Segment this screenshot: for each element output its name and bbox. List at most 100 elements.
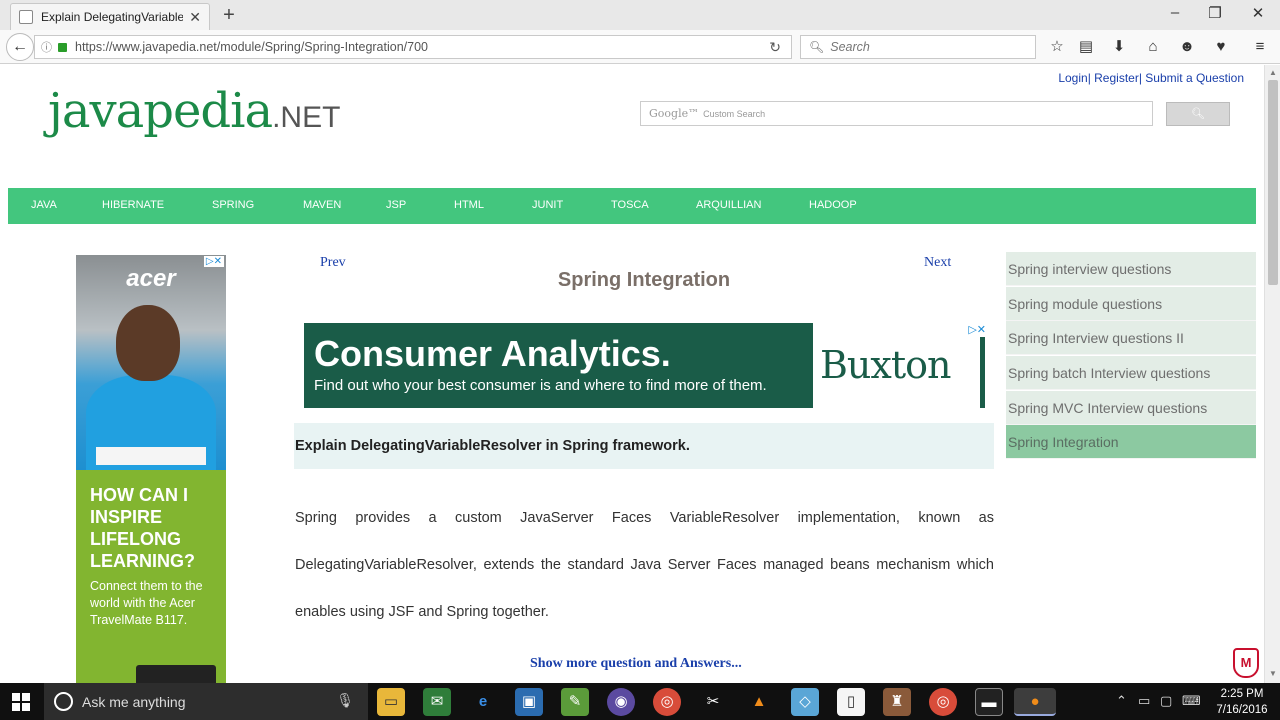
question-text: Explain DelegatingVariableResolver in Sp… bbox=[295, 438, 690, 454]
sidebar-item-spring-integration[interactable]: Spring Integration bbox=[1006, 425, 1256, 460]
window-close-icon[interactable]: ✕ bbox=[1243, 4, 1273, 22]
scroll-up-icon[interactable]: ▲ bbox=[1265, 68, 1280, 77]
mcafee-icon[interactable]: M bbox=[1233, 648, 1259, 678]
address-url: https://www.javapedia.net/module/Spring/… bbox=[75, 40, 428, 54]
buxton-ad-banner[interactable]: Consumer Analytics. Find out who your be… bbox=[304, 323, 986, 408]
file-explorer-icon[interactable]: ▭ bbox=[377, 688, 405, 716]
start-tile bbox=[12, 703, 20, 711]
keyboard-icon[interactable]: ⌨ bbox=[1182, 693, 1201, 709]
show-more-link[interactable]: Show more question and Answers... bbox=[530, 656, 742, 672]
nav-item-hibernate[interactable]: HIBERNATE bbox=[102, 199, 164, 211]
nav-item-maven[interactable]: MAVEN bbox=[303, 199, 341, 211]
page-content: Login| Register| Submit a Question javap… bbox=[0, 65, 1264, 683]
answer-text: Spring provides a custom JavaServer Face… bbox=[295, 510, 994, 620]
logo-main: javapedia bbox=[48, 83, 273, 139]
nav-item-java[interactable]: JAVA bbox=[31, 199, 57, 211]
acer-ad-banner[interactable]: acer ▷✕ HOW CAN I INSPIRE LIFELONG LEARN… bbox=[76, 255, 226, 683]
site-logo[interactable]: javapedia.NET bbox=[48, 87, 340, 135]
nav-item-spring[interactable]: SPRING bbox=[212, 199, 254, 211]
mid-ad-subline: Find out who your best consumer is and w… bbox=[314, 377, 767, 394]
document-icon[interactable]: ▯ bbox=[837, 688, 865, 716]
site-search-placeholder: Custom Search bbox=[703, 108, 766, 119]
sidebar-item-spring-interview[interactable]: Spring interview questions bbox=[1006, 252, 1256, 286]
power-icon[interactable]: ▭ bbox=[1138, 693, 1150, 709]
sidebar-item-spring-module[interactable]: Spring module questions bbox=[1006, 286, 1256, 321]
google-brand: Google™ bbox=[649, 107, 700, 120]
maximize-icon[interactable]: ❐ bbox=[1200, 4, 1230, 22]
ad-headline: HOW CAN I INSPIRE LIFELONG LEARNING? bbox=[90, 485, 195, 571]
clock-time: 2:25 PM bbox=[1220, 688, 1264, 700]
game-app-icon[interactable]: ♜ bbox=[883, 688, 911, 716]
remote-desktop-icon[interactable]: ▣ bbox=[515, 688, 543, 716]
browser-tab-bar: Explain DelegatingVariable... ✕ + – ❐ ✕ bbox=[0, 0, 1280, 30]
download-icon[interactable]: ⬇ bbox=[1108, 38, 1130, 56]
browser-tab[interactable]: Explain DelegatingVariable... ✕ bbox=[10, 3, 210, 30]
laptop-image bbox=[136, 665, 216, 683]
notepad-plus-icon[interactable]: ✎ bbox=[561, 688, 589, 716]
snipping-tool-icon[interactable]: ✂ bbox=[699, 688, 727, 716]
cortana-search[interactable]: Ask me anything 🎙︎ bbox=[44, 683, 368, 720]
ad-accent-bar bbox=[980, 337, 985, 408]
page-favicon-icon bbox=[19, 10, 33, 24]
page-title: Spring Integration bbox=[557, 269, 731, 291]
nav-item-arquillian[interactable]: ARQUILLIAN bbox=[696, 199, 761, 211]
site-search-input[interactable]: Google™ Custom Search bbox=[640, 101, 1153, 126]
chat-icon[interactable]: ☻ bbox=[1176, 38, 1198, 56]
system-clock[interactable]: 2:25 PM 7/16/2016 bbox=[1212, 686, 1272, 718]
search-icon: 🔍︎ bbox=[809, 40, 825, 54]
prev-link[interactable]: Prev bbox=[320, 255, 346, 271]
sidebar-item-spring-mvc[interactable]: Spring MVC Interview questions bbox=[1006, 390, 1256, 425]
sidebar-item-spring-batch[interactable]: Spring batch Interview questions bbox=[1006, 356, 1256, 391]
ad-text-panel: HOW CAN I INSPIRE LIFELONG LEARNING? Con… bbox=[76, 470, 226, 683]
adchoices-icon[interactable]: ▷✕ bbox=[203, 256, 224, 267]
vlc-icon[interactable]: ▲ bbox=[745, 688, 773, 716]
address-bar[interactable]: ⓘ https://www.javapedia.net/module/Sprin… bbox=[34, 35, 792, 59]
sidebar-item-spring-interview-ii[interactable]: Spring Interview questions II bbox=[1006, 321, 1256, 356]
nav-item-jsp[interactable]: JSP bbox=[386, 199, 406, 211]
scroll-thumb[interactable] bbox=[1268, 80, 1278, 285]
new-tab-icon[interactable]: + bbox=[218, 4, 240, 27]
search-icon: 🔍︎ bbox=[1191, 108, 1205, 120]
account-links[interactable]: Login| Register| Submit a Question bbox=[1058, 71, 1244, 85]
tab-close-icon[interactable]: ✕ bbox=[189, 9, 201, 26]
chrome-icon[interactable]: ◎ bbox=[653, 688, 681, 716]
reading-list-icon[interactable]: ▤ bbox=[1075, 38, 1097, 56]
related-topics-sidebar: Spring interview questions Spring module… bbox=[1006, 252, 1256, 460]
page-scrollbar[interactable]: ▲ ▼ bbox=[1264, 65, 1280, 683]
question-box: Explain DelegatingVariableResolver in Sp… bbox=[294, 423, 994, 469]
scroll-down-icon[interactable]: ▼ bbox=[1265, 669, 1280, 678]
windows-start-icon[interactable] bbox=[12, 693, 30, 711]
firefox-icon[interactable]: ● bbox=[1014, 688, 1056, 716]
nav-item-junit[interactable]: JUNIT bbox=[532, 199, 563, 211]
notification-icon[interactable]: ▢ bbox=[1160, 693, 1172, 709]
tray-chevron-icon[interactable]: ⌃ bbox=[1116, 693, 1127, 709]
ad-body: Connect them to the world with the Acer … bbox=[90, 579, 203, 627]
chrome-icon-2[interactable]: ◎ bbox=[929, 688, 957, 716]
sticky-app-icon[interactable]: ◇ bbox=[791, 688, 819, 716]
browser-search-placeholder: Search bbox=[830, 40, 870, 54]
start-tile bbox=[12, 693, 20, 701]
next-link[interactable]: Next bbox=[924, 255, 951, 271]
tab-title: Explain DelegatingVariable... bbox=[41, 10, 184, 24]
nav-item-tosca[interactable]: TOSCA bbox=[611, 199, 649, 211]
photo-app-icon[interactable]: ✉ bbox=[423, 688, 451, 716]
nav-item-html[interactable]: HTML bbox=[454, 199, 484, 211]
nav-item-hadoop[interactable]: HADOOP bbox=[809, 199, 857, 211]
reload-icon[interactable]: ↻ bbox=[769, 39, 781, 56]
bookmark-star-icon[interactable]: ☆ bbox=[1046, 38, 1068, 56]
minimize-icon[interactable]: – bbox=[1160, 4, 1190, 21]
menu-hamburger-icon[interactable]: ≡ bbox=[1249, 38, 1271, 56]
home-icon[interactable]: ⌂ bbox=[1142, 38, 1164, 56]
microphone-icon[interactable]: 🎙︎ bbox=[336, 692, 354, 709]
pocket-icon[interactable]: ♥ bbox=[1210, 38, 1232, 56]
edge-icon[interactable]: e bbox=[469, 688, 497, 716]
back-arrow-icon[interactable]: ← bbox=[6, 33, 34, 61]
browser-search-input[interactable]: 🔍︎ Search bbox=[800, 35, 1036, 59]
site-info-icon[interactable]: ⓘ bbox=[41, 39, 52, 55]
command-prompt-icon[interactable]: ▬ bbox=[975, 688, 1003, 716]
eclipse-icon[interactable]: ◉ bbox=[607, 688, 635, 716]
adchoices-icon[interactable]: ▷✕ bbox=[968, 323, 986, 336]
start-tile bbox=[22, 693, 30, 701]
site-search-button[interactable]: 🔍︎ bbox=[1166, 102, 1230, 126]
browser-nav-bar: ← ⓘ https://www.javapedia.net/module/Spr… bbox=[0, 30, 1280, 64]
